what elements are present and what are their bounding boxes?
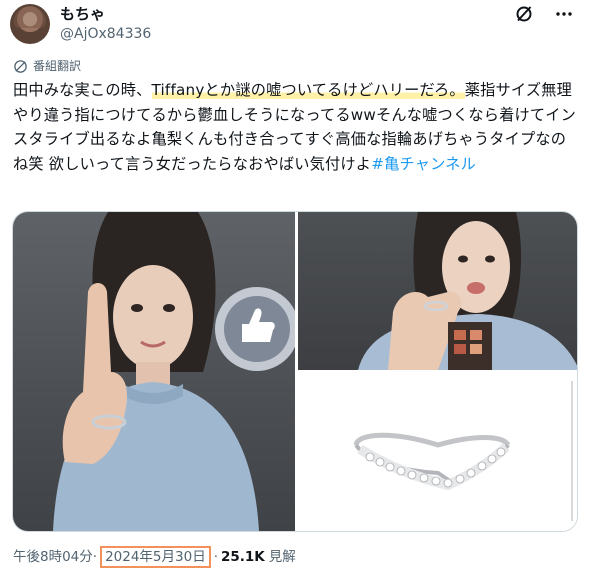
meta-separator: · [92,549,98,565]
post-time[interactable]: 午後8時04分 [13,547,93,567]
author-names: もちゃ @AjOx84336 [60,4,151,44]
photo-thumbs-up-illustration [53,212,295,531]
photo-hand-ring[interactable] [298,212,577,370]
translate-indicator[interactable]: 番組翻訳 [13,58,81,74]
photo-ring-illustration [353,432,511,491]
translate-globe-icon [14,59,27,73]
views-label: 見解 [268,549,296,565]
photo-thumbs-up[interactable] [13,212,295,531]
post-header: もちゃ @AjOx84336 [10,4,582,44]
meta-separator: · [213,549,218,565]
media-grid [12,211,578,532]
tweet-text: 田中みな実この時、Tiffanyとか謎の嘘ついてるけどハリーだろ。薬指サイズ無理… [13,78,579,176]
author-display-name[interactable]: もちゃ [60,4,151,24]
translate-label: 番組翻訳 [33,59,82,73]
photo-hand-ring-illustration [358,212,577,370]
avatar[interactable] [10,4,50,44]
more-icon[interactable] [554,4,574,24]
text-before: 田中みな実この時、 [13,81,152,99]
post-meta: 午後8時04分 · 2024年5月30日 · 25.1K 見解 [13,546,296,568]
author-handle[interactable]: @AjOx84336 [60,24,151,44]
header-actions [514,4,574,24]
views-count: 25.1K [221,549,265,565]
post-date[interactable]: 2024年5月30日 [100,546,211,568]
highlighted-text: Tiffanyとか謎の嘘ついてるけどハリーだろ。 [151,81,465,99]
photo-ring[interactable] [298,373,577,531]
image-scroll-indicator [571,381,573,521]
hashtag-link[interactable]: #亀チャンネル [371,155,476,173]
grok-slash-icon[interactable] [514,4,534,24]
